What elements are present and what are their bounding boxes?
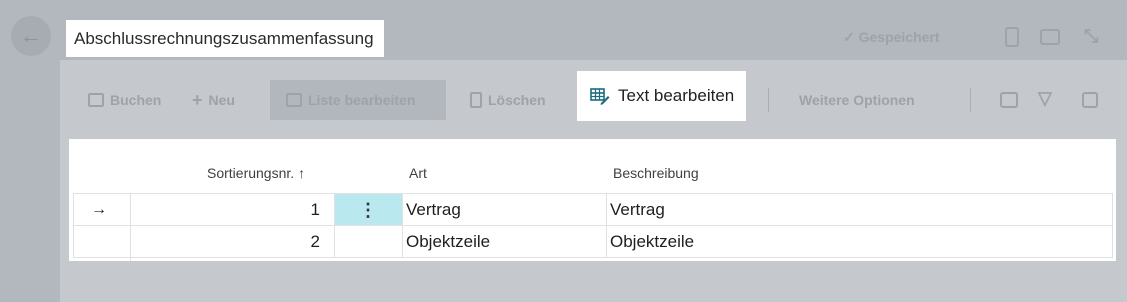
description-cell[interactable]: Vertrag bbox=[610, 194, 1090, 226]
row-menu-cell[interactable] bbox=[334, 226, 402, 258]
grid-line bbox=[1112, 193, 1113, 258]
edit-text-button[interactable]: Text bearbeiten bbox=[577, 71, 746, 121]
delete-icon bbox=[470, 92, 482, 108]
type-cell[interactable]: Vertrag bbox=[406, 194, 606, 226]
filter-icon[interactable]: ▽ bbox=[1038, 88, 1052, 109]
row-selected-arrow-icon: → bbox=[91, 201, 107, 218]
sort-no-cell[interactable]: 2 bbox=[130, 226, 320, 258]
row-menu-icon[interactable]: ⋮ bbox=[334, 194, 402, 226]
page-title: Abschlussrechnungszusammenfassung bbox=[66, 20, 384, 57]
share-icon[interactable] bbox=[1000, 92, 1018, 108]
toolbar-separator bbox=[768, 88, 769, 112]
saved-status: ✓ Gespeichert bbox=[843, 29, 940, 45]
column-header-type[interactable]: Art bbox=[409, 165, 427, 181]
page-title-text: Abschlussrechnungszusammenfassung bbox=[74, 28, 374, 48]
more-options-label: Weitere Optionen bbox=[799, 92, 915, 108]
plus-icon: + bbox=[192, 89, 203, 110]
grid-line bbox=[334, 193, 335, 258]
grid-line bbox=[130, 193, 131, 261]
open-in-new-icon[interactable] bbox=[1040, 29, 1060, 45]
bookmark-icon[interactable] bbox=[1005, 27, 1019, 47]
new-button-label: Neu bbox=[208, 92, 235, 108]
collapse-icon[interactable]: ⤡ bbox=[1084, 26, 1098, 47]
type-cell[interactable]: Objektzeile bbox=[406, 226, 606, 258]
delete-button[interactable]: Löschen bbox=[470, 80, 546, 120]
post-button[interactable]: Buchen bbox=[88, 80, 161, 120]
edit-text-table-icon bbox=[590, 88, 610, 105]
column-header-description[interactable]: Beschreibung bbox=[613, 165, 699, 181]
sort-ascending-icon: ↑ bbox=[298, 165, 306, 181]
post-icon bbox=[88, 93, 104, 107]
table-row[interactable]: 2 Objektzeile Objektzeile bbox=[73, 225, 1113, 258]
table-body: → 1 ⋮ Vertrag Vertrag 2 Objektzeile Obje… bbox=[73, 193, 1113, 261]
list-view-icon[interactable] bbox=[1082, 92, 1098, 108]
back-arrow-icon: ← bbox=[20, 23, 42, 48]
delete-button-label: Löschen bbox=[488, 92, 546, 108]
grid-line bbox=[606, 193, 607, 258]
toolbar-separator bbox=[970, 88, 971, 112]
sort-no-cell[interactable]: 1 bbox=[130, 194, 320, 226]
new-button[interactable]: + Neu bbox=[192, 80, 235, 120]
more-options-button[interactable]: Weitere Optionen bbox=[799, 80, 915, 120]
post-button-label: Buchen bbox=[110, 92, 162, 108]
edit-text-button-label: Text bearbeiten bbox=[618, 86, 735, 105]
grid-line bbox=[73, 193, 74, 258]
edit-list-button[interactable]: Liste bearbeiten bbox=[270, 80, 446, 120]
column-header-sort-no-label: Sortierungsnr. bbox=[207, 165, 295, 181]
edit-list-icon bbox=[286, 93, 302, 107]
description-cell[interactable]: Objektzeile bbox=[610, 226, 1090, 258]
grid-line bbox=[402, 193, 403, 258]
back-button[interactable]: ← bbox=[11, 16, 51, 56]
edit-list-button-label: Liste bearbeiten bbox=[308, 92, 416, 108]
lines-table: Sortierungsnr. ↑ Art Beschreibung → 1 ⋮ … bbox=[69, 139, 1116, 261]
table-row[interactable]: → 1 ⋮ Vertrag Vertrag bbox=[73, 193, 1113, 226]
column-header-sort-no[interactable]: Sortierungsnr. ↑ bbox=[207, 165, 305, 181]
row-indicator bbox=[91, 226, 131, 258]
